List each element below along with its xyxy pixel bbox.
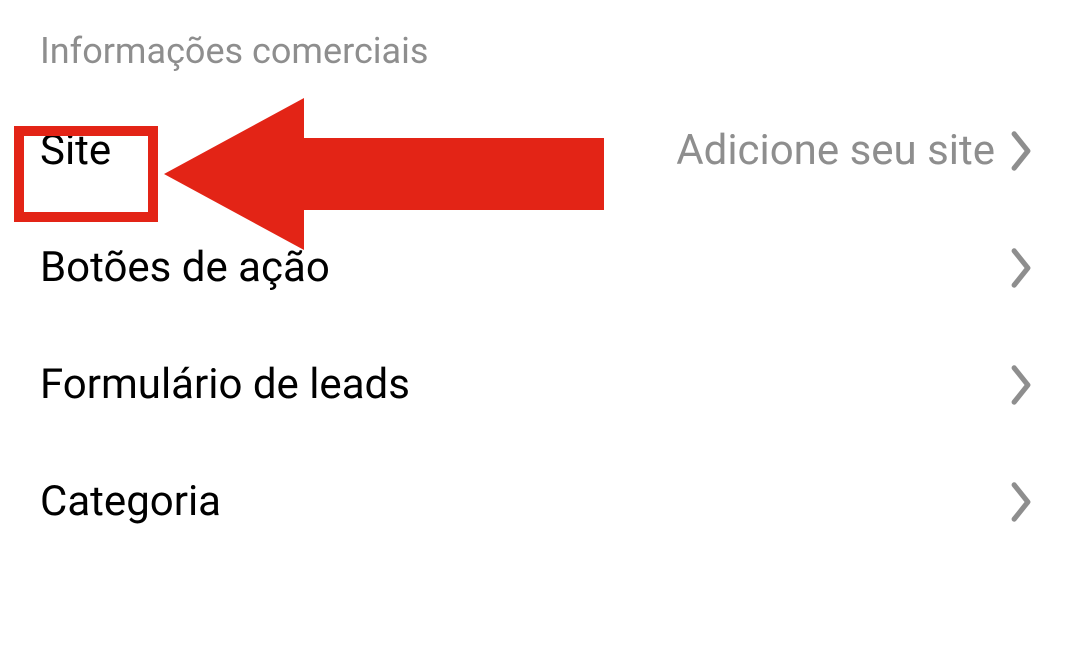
chevron-right-icon [1007,127,1035,175]
list-item-right [1007,244,1035,292]
list-item-site[interactable]: Site Adicione seu site [0,92,1075,209]
list-item-label: Formulário de leads [40,360,410,409]
list-item-action-buttons[interactable]: Botões de ação [0,209,1075,326]
section-header: Informações comerciais [0,0,1075,92]
chevron-right-icon [1007,244,1035,292]
list-item-lead-form[interactable]: Formulário de leads [0,326,1075,443]
chevron-right-icon [1007,361,1035,409]
list-item-label: Botões de ação [40,243,330,292]
list-item-right: Adicione seu site [676,126,1035,175]
list-item-value: Adicione seu site [676,126,995,175]
list-item-label: Categoria [40,477,221,526]
list-item-right [1007,361,1035,409]
chevron-right-icon [1007,478,1035,526]
list-item-category[interactable]: Categoria [0,443,1075,560]
list-item-label: Site [40,126,111,175]
list-item-right [1007,478,1035,526]
